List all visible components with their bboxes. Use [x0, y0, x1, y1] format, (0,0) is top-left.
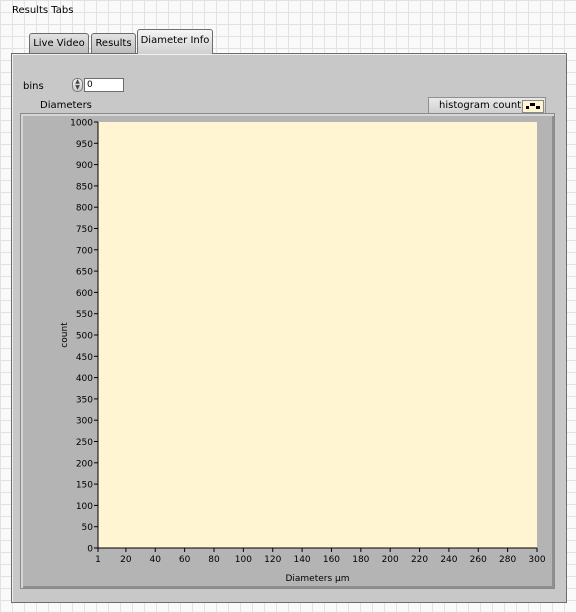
x-tick-label: 220: [411, 555, 428, 565]
x-tick-label: 1: [95, 555, 101, 565]
y-tick-label: 150: [76, 481, 93, 491]
x-tick-label: 280: [499, 555, 516, 565]
y-tick-label: 300: [76, 417, 93, 427]
y-axis: 0 50 100 150 200 250 300 350 400 450 500 550 600 650 7…: [70, 119, 99, 555]
plot-area[interactable]: [98, 122, 537, 548]
x-tick-label: 180: [352, 555, 369, 565]
y-tick-label: 950: [76, 140, 93, 150]
y-tick-label: 600: [76, 289, 93, 299]
y-tick-label: 450: [76, 353, 93, 363]
y-tick-label: 250: [76, 438, 93, 448]
y-tick-label: 350: [76, 395, 93, 405]
histogram-chart[interactable]: 0 50 100 150 200 250 300 350 400 450 500 550 600 650 7…: [0, 0, 576, 612]
y-axis-label: count: [60, 322, 70, 348]
y-tick-label: 850: [76, 182, 93, 192]
x-tick-label: 300: [528, 555, 545, 565]
y-tick-label: 750: [76, 225, 93, 235]
x-tick-label: 260: [470, 555, 487, 565]
y-tick-label: 800: [76, 204, 93, 214]
x-tick-label: 40: [150, 555, 162, 565]
y-tick-label: 900: [76, 161, 93, 171]
y-tick-label: 100: [76, 502, 93, 512]
x-tick-label: 20: [120, 555, 132, 565]
x-axis: 1 20 40 60 80 100 120 140 160 180 200 220 240 260 280 3…: [95, 547, 546, 565]
x-tick-label: 60: [179, 555, 191, 565]
y-tick-label: 550: [76, 310, 93, 320]
tab-diameter-info[interactable]: Diameter Info: [137, 29, 213, 54]
x-tick-label: 140: [293, 555, 310, 565]
y-tick-label: 500: [76, 332, 93, 342]
y-tick-label: 400: [76, 374, 93, 384]
x-tick-label: 100: [235, 555, 252, 565]
y-tick-label: 50: [82, 523, 94, 533]
x-axis-label: Diameters μm: [285, 574, 349, 584]
x-tick-label: 80: [208, 555, 220, 565]
x-tick-label: 200: [382, 555, 399, 565]
x-tick-label: 160: [323, 555, 340, 565]
y-tick-label: 650: [76, 268, 93, 278]
x-tick-label: 120: [264, 555, 281, 565]
y-tick-label: 1000: [70, 119, 93, 129]
y-tick-label: 0: [87, 545, 93, 555]
y-tick-label: 700: [76, 246, 93, 256]
y-tick-label: 200: [76, 459, 93, 469]
x-tick-label: 240: [440, 555, 457, 565]
